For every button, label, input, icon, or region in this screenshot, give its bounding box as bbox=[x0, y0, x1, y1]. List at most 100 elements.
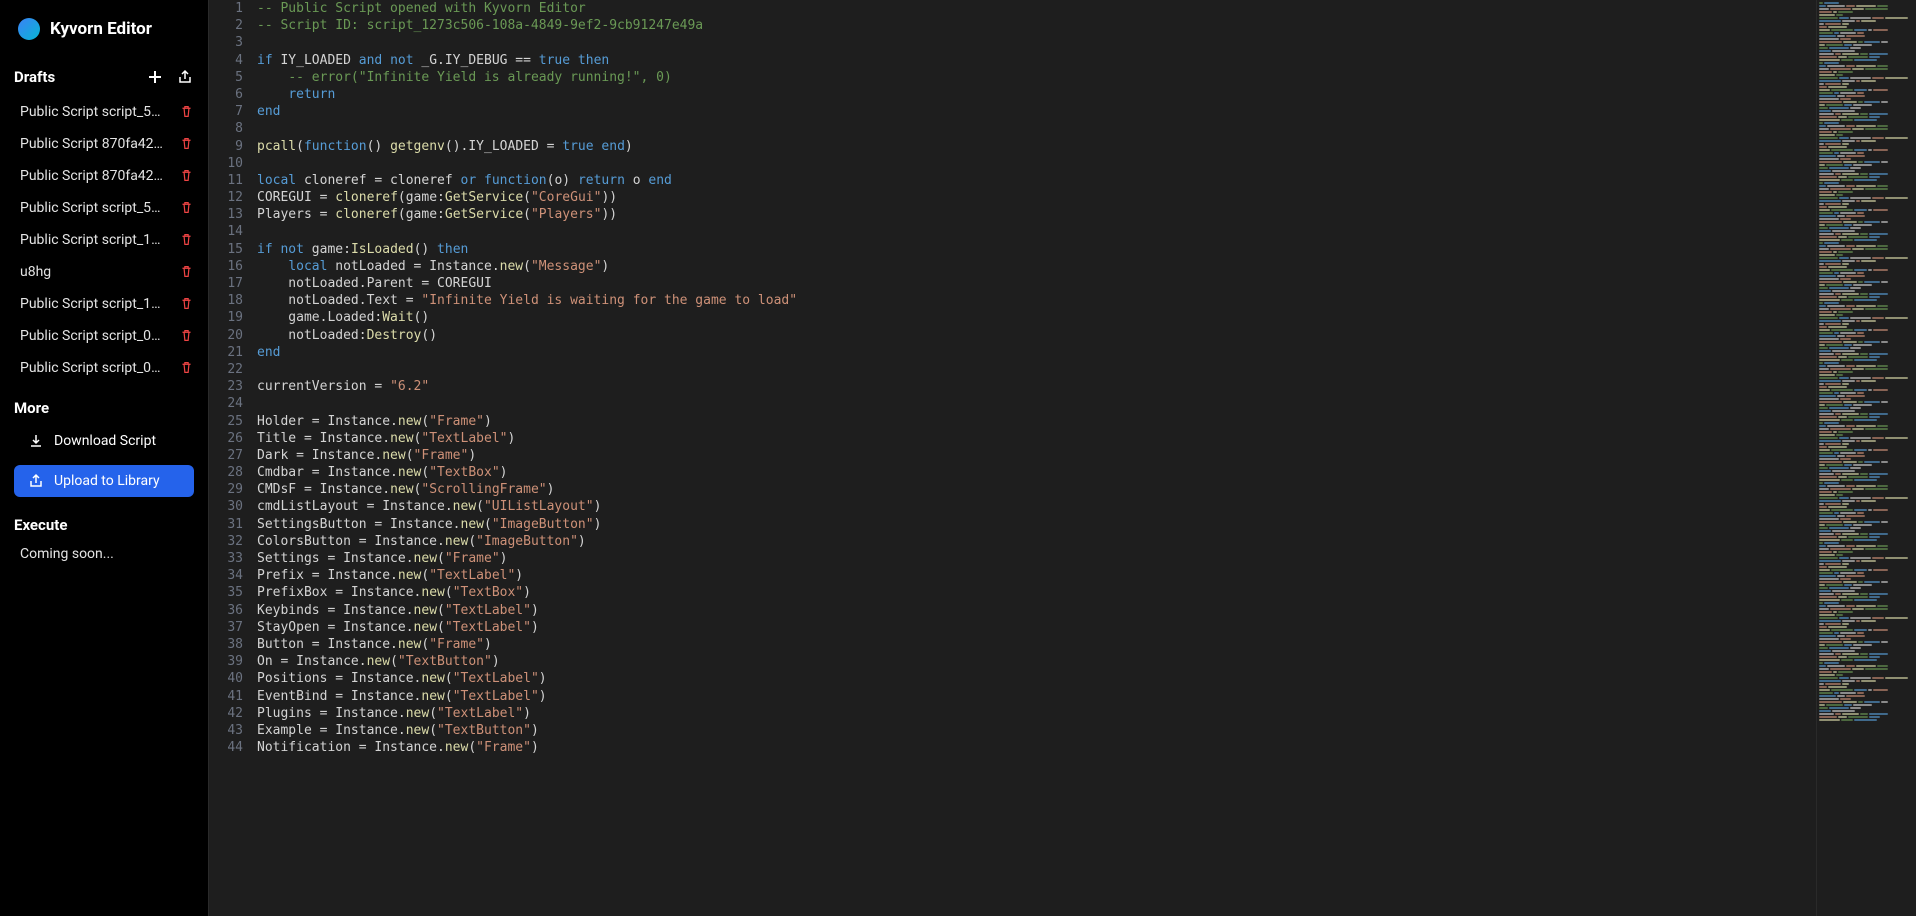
minimap-line bbox=[1819, 236, 1914, 238]
code-line[interactable]: if not game:IsLoaded() then bbox=[257, 241, 1816, 258]
trash-icon[interactable] bbox=[180, 233, 194, 247]
code-line[interactable]: Notification = Instance.new("Frame") bbox=[257, 739, 1816, 756]
code-line[interactable]: COREGUI = cloneref(game:GetService("Core… bbox=[257, 189, 1816, 206]
code-line[interactable]: Title = Instance.new("TextLabel") bbox=[257, 430, 1816, 447]
line-number: 11 bbox=[209, 172, 243, 189]
draft-item[interactable]: Public Script script_5c... bbox=[0, 192, 208, 224]
minimap-line bbox=[1819, 644, 1914, 646]
trash-icon[interactable] bbox=[180, 137, 194, 151]
code-line[interactable]: EventBind = Instance.new("TextLabel") bbox=[257, 688, 1816, 705]
draft-item[interactable]: Public Script script_0b... bbox=[0, 352, 208, 384]
code-content[interactable]: -- Public Script opened with Kyvorn Edit… bbox=[257, 0, 1816, 916]
code-line[interactable]: -- Script ID: script_1273c506-108a-4849-… bbox=[257, 17, 1816, 34]
code-line[interactable]: Players = cloneref(game:GetService("Play… bbox=[257, 206, 1816, 223]
draft-item[interactable]: Public Script script_127... bbox=[0, 288, 208, 320]
code-line[interactable]: ColorsButton = Instance.new("ImageButton… bbox=[257, 533, 1816, 550]
minimap-line bbox=[1819, 200, 1914, 202]
code-line[interactable]: end bbox=[257, 103, 1816, 120]
code-line[interactable] bbox=[257, 223, 1816, 240]
draft-item[interactable]: Public Script 870fa428... bbox=[0, 128, 208, 160]
trash-icon[interactable] bbox=[180, 201, 194, 215]
draft-item[interactable]: Public Script 870fa428... bbox=[0, 160, 208, 192]
minimap-line bbox=[1819, 107, 1914, 109]
code-line[interactable]: notLoaded.Text = "Infinite Yield is wait… bbox=[257, 292, 1816, 309]
code-line[interactable]: Holder = Instance.new("Frame") bbox=[257, 413, 1816, 430]
minimap-line bbox=[1819, 665, 1914, 667]
code-line[interactable]: currentVersion = "6.2" bbox=[257, 378, 1816, 395]
code-line[interactable]: pcall(function() getgenv().IY_LOADED = t… bbox=[257, 138, 1816, 155]
code-line[interactable]: Cmdbar = Instance.new("TextBox") bbox=[257, 464, 1816, 481]
code-line[interactable]: end bbox=[257, 344, 1816, 361]
line-number: 25 bbox=[209, 413, 243, 430]
code-line[interactable]: Button = Instance.new("Frame") bbox=[257, 636, 1816, 653]
line-number: 31 bbox=[209, 516, 243, 533]
code-line[interactable]: -- error("Infinite Yield is already runn… bbox=[257, 69, 1816, 86]
download-script-button[interactable]: Download Script bbox=[14, 425, 194, 457]
code-editor[interactable]: 1234567891011121314151617181920212223242… bbox=[209, 0, 1916, 916]
trash-icon[interactable] bbox=[180, 329, 194, 343]
code-line[interactable]: Example = Instance.new("TextButton") bbox=[257, 722, 1816, 739]
plus-icon bbox=[147, 69, 163, 85]
minimap-line bbox=[1819, 323, 1914, 325]
code-line[interactable]: return bbox=[257, 86, 1816, 103]
code-line[interactable] bbox=[257, 155, 1816, 172]
code-line[interactable]: game.Loaded:Wait() bbox=[257, 309, 1816, 326]
line-number: 2 bbox=[209, 17, 243, 34]
code-line[interactable]: local notLoaded = Instance.new("Message"… bbox=[257, 258, 1816, 275]
code-line[interactable]: PrefixBox = Instance.new("TextBox") bbox=[257, 584, 1816, 601]
code-line[interactable]: Dark = Instance.new("Frame") bbox=[257, 447, 1816, 464]
code-line[interactable]: -- Public Script opened with Kyvorn Edit… bbox=[257, 0, 1816, 17]
code-line[interactable]: Settings = Instance.new("Frame") bbox=[257, 550, 1816, 567]
minimap-line bbox=[1819, 521, 1914, 523]
minimap-line bbox=[1819, 653, 1914, 655]
export-button[interactable] bbox=[176, 68, 194, 86]
draft-label: Public Script script_5c... bbox=[20, 104, 165, 120]
draft-item[interactable]: Public Script script_127... bbox=[0, 224, 208, 256]
minimap-line bbox=[1819, 119, 1914, 121]
trash-icon[interactable] bbox=[180, 265, 194, 279]
minimap-line bbox=[1819, 212, 1914, 214]
code-line[interactable] bbox=[257, 34, 1816, 51]
draft-item[interactable]: Public Script script_0b... bbox=[0, 320, 208, 352]
code-line[interactable]: SettingsButton = Instance.new("ImageButt… bbox=[257, 516, 1816, 533]
minimap-line bbox=[1819, 263, 1914, 265]
minimap-line bbox=[1819, 488, 1914, 490]
code-line[interactable]: notLoaded.Parent = COREGUI bbox=[257, 275, 1816, 292]
minimap[interactable] bbox=[1816, 0, 1916, 916]
upload-library-button[interactable]: Upload to Library bbox=[14, 465, 194, 497]
code-line[interactable]: StayOpen = Instance.new("TextLabel") bbox=[257, 619, 1816, 636]
code-line[interactable]: On = Instance.new("TextButton") bbox=[257, 653, 1816, 670]
minimap-line bbox=[1819, 341, 1914, 343]
code-line[interactable]: local cloneref = cloneref or function(o)… bbox=[257, 172, 1816, 189]
code-line[interactable]: if IY_LOADED and not _G.IY_DEBUG == true… bbox=[257, 52, 1816, 69]
code-line[interactable]: CMDsF = Instance.new("ScrollingFrame") bbox=[257, 481, 1816, 498]
new-draft-button[interactable] bbox=[146, 68, 164, 86]
code-line[interactable]: Keybinds = Instance.new("TextLabel") bbox=[257, 602, 1816, 619]
minimap-line bbox=[1819, 614, 1914, 616]
code-line[interactable] bbox=[257, 395, 1816, 412]
minimap-line bbox=[1819, 647, 1914, 649]
code-line[interactable]: Plugins = Instance.new("TextLabel") bbox=[257, 705, 1816, 722]
trash-icon[interactable] bbox=[180, 169, 194, 183]
code-line[interactable] bbox=[257, 361, 1816, 378]
minimap-line bbox=[1819, 347, 1914, 349]
minimap-line bbox=[1819, 617, 1914, 619]
code-line[interactable]: notLoaded:Destroy() bbox=[257, 327, 1816, 344]
minimap-line bbox=[1819, 596, 1914, 598]
line-number: 39 bbox=[209, 653, 243, 670]
draft-label: Public Script 870fa428... bbox=[20, 136, 165, 152]
minimap-line bbox=[1819, 68, 1914, 70]
line-number: 20 bbox=[209, 327, 243, 344]
minimap-line bbox=[1819, 629, 1914, 631]
code-line[interactable]: Prefix = Instance.new("TextLabel") bbox=[257, 567, 1816, 584]
trash-icon[interactable] bbox=[180, 361, 194, 375]
code-line[interactable]: cmdListLayout = Instance.new("UIListLayo… bbox=[257, 498, 1816, 515]
draft-item[interactable]: u8hg bbox=[0, 256, 208, 288]
app-logo[interactable]: Kyvorn Editor bbox=[0, 0, 208, 58]
code-line[interactable]: Positions = Instance.new("TextLabel") bbox=[257, 670, 1816, 687]
trash-icon[interactable] bbox=[180, 105, 194, 119]
code-line[interactable] bbox=[257, 120, 1816, 137]
draft-item[interactable]: Public Script script_5c... bbox=[0, 96, 208, 128]
trash-icon[interactable] bbox=[180, 297, 194, 311]
line-number: 15 bbox=[209, 241, 243, 258]
